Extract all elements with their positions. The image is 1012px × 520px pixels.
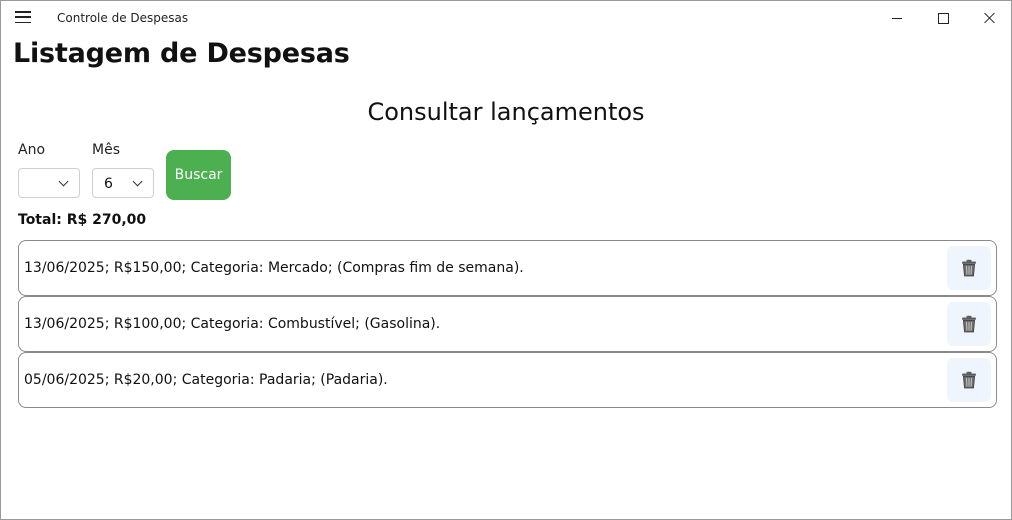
close-button[interactable] [966,1,1012,35]
page-title: Listagem de Despesas [13,38,350,69]
delete-expense-button[interactable] [947,246,991,290]
expense-list: 13/06/2025; R$150,00; Categoria: Mercado… [18,240,997,408]
expense-item: 13/06/2025; R$100,00; Categoria: Combust… [18,296,997,352]
trash-icon [962,371,976,389]
hamburger-menu-icon[interactable] [15,11,31,23]
expense-item-text: 13/06/2025; R$100,00; Categoria: Combust… [24,316,441,332]
trash-icon [962,259,976,277]
close-icon [983,12,995,24]
app-window: Controle de Despesas Listagem de Despesa… [0,0,1012,520]
expense-item-text: 05/06/2025; R$20,00; Categoria: Padaria;… [24,372,388,388]
minimize-icon [892,17,902,19]
trash-icon [962,315,976,333]
delete-expense-button[interactable] [947,358,991,402]
expense-item: 13/06/2025; R$150,00; Categoria: Mercado… [18,240,997,296]
delete-expense-button[interactable] [947,302,991,346]
maximize-button[interactable] [920,1,966,35]
chevron-down-icon [132,176,143,187]
mes-select[interactable]: 6 [92,168,154,198]
section-title: Consultar lançamentos [367,98,645,126]
ano-select[interactable] [18,168,80,198]
chevron-down-icon [58,176,69,187]
window-title: Controle de Despesas [57,11,189,25]
title-bar: Controle de Despesas [1,1,1011,35]
search-button[interactable]: Buscar [166,150,231,200]
mes-select-value: 6 [104,176,113,192]
mes-label: Mês [92,142,120,158]
expense-item-text: 13/06/2025; R$150,00; Categoria: Mercado… [24,260,524,276]
ano-label: Ano [18,142,46,158]
expense-item: 05/06/2025; R$20,00; Categoria: Padaria;… [18,352,997,408]
minimize-button[interactable] [874,1,920,35]
maximize-icon [937,12,949,24]
total-amount: Total: R$ 270,00 [18,212,147,228]
